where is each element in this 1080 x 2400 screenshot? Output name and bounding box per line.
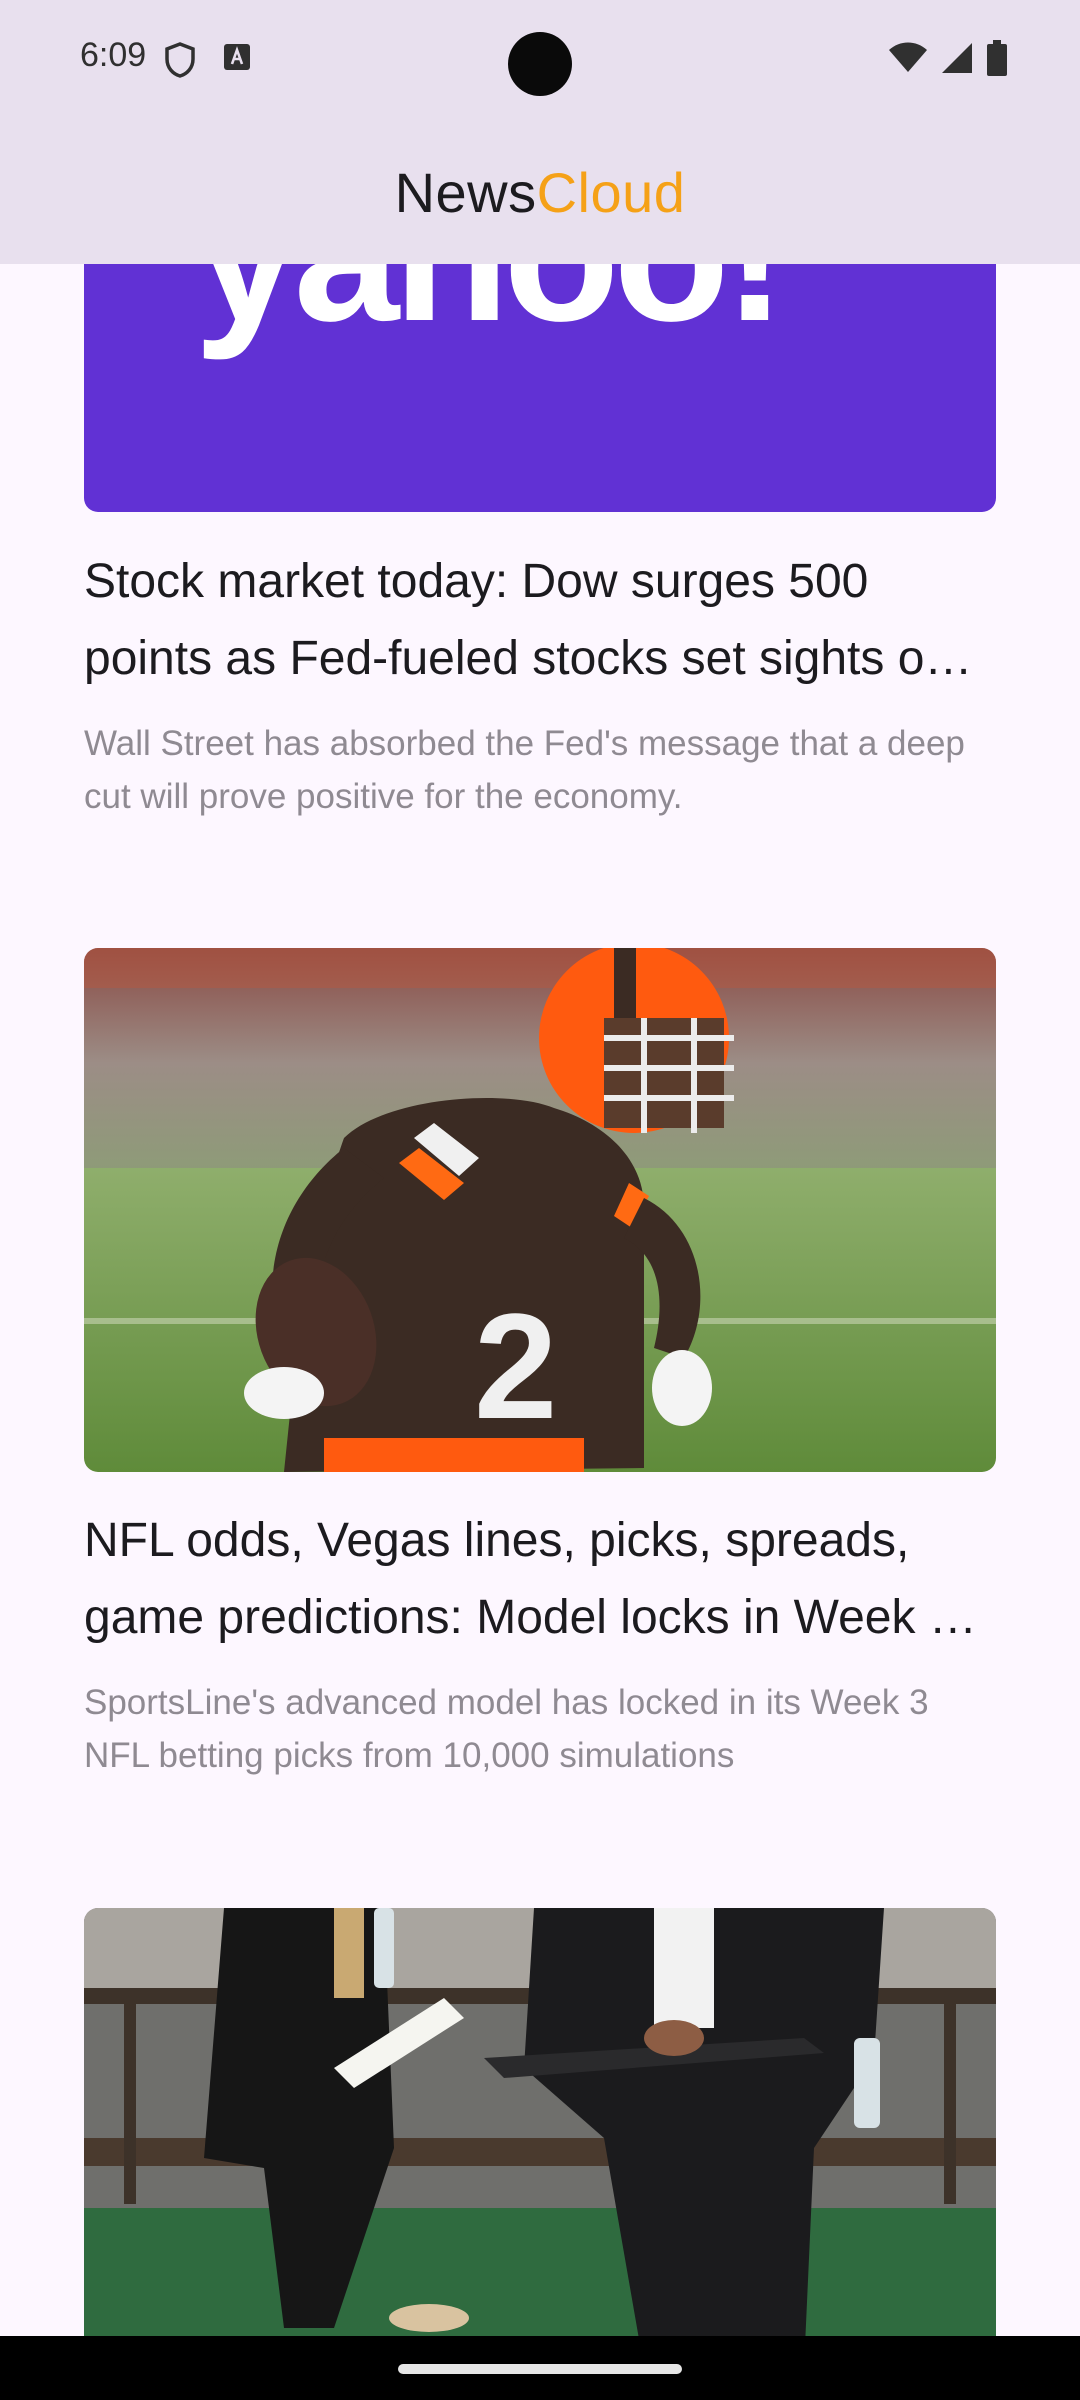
football-player-photo: 2: [84, 948, 996, 1472]
article-title[interactable]: NFL odds, Vegas lines, picks, spreads, g…: [84, 1502, 996, 1656]
wifi-icon: [888, 42, 928, 79]
app-title-cloud: Cloud: [536, 160, 686, 224]
article-title[interactable]: Stock market today: Dow surges 500 point…: [84, 543, 996, 697]
news-feed[interactable]: yahoo! Stock market today: Dow surges 50…: [0, 264, 1080, 2336]
signal-icon: [940, 41, 974, 80]
article-image-people[interactable]: [84, 1908, 996, 2336]
shield-icon: [164, 42, 196, 83]
keyboard-a-icon: [224, 44, 250, 75]
app-title-news: News: [394, 160, 537, 224]
yahoo-logo: yahoo!: [194, 264, 787, 364]
article-summary: SportsLine's advanced model has locked i…: [84, 1683, 929, 1775]
article-image-football[interactable]: 2: [84, 948, 996, 1472]
app-title: NewsCloud: [395, 160, 686, 225]
people-sitting-photo: [84, 1908, 996, 2336]
battery-icon: [986, 40, 1008, 81]
article-summary: Wall Street has absorbed the Fed's messa…: [84, 724, 965, 816]
article-image-yahoo[interactable]: yahoo!: [84, 264, 996, 512]
home-gesture-handle[interactable]: [398, 2364, 682, 2374]
status-bar: 6:09: [0, 0, 1080, 120]
status-time: 6:09: [80, 36, 147, 74]
jersey-number: 2: [474, 1282, 557, 1450]
camera-cutout: [508, 32, 572, 96]
app-bar: NewsCloud: [0, 120, 1080, 264]
